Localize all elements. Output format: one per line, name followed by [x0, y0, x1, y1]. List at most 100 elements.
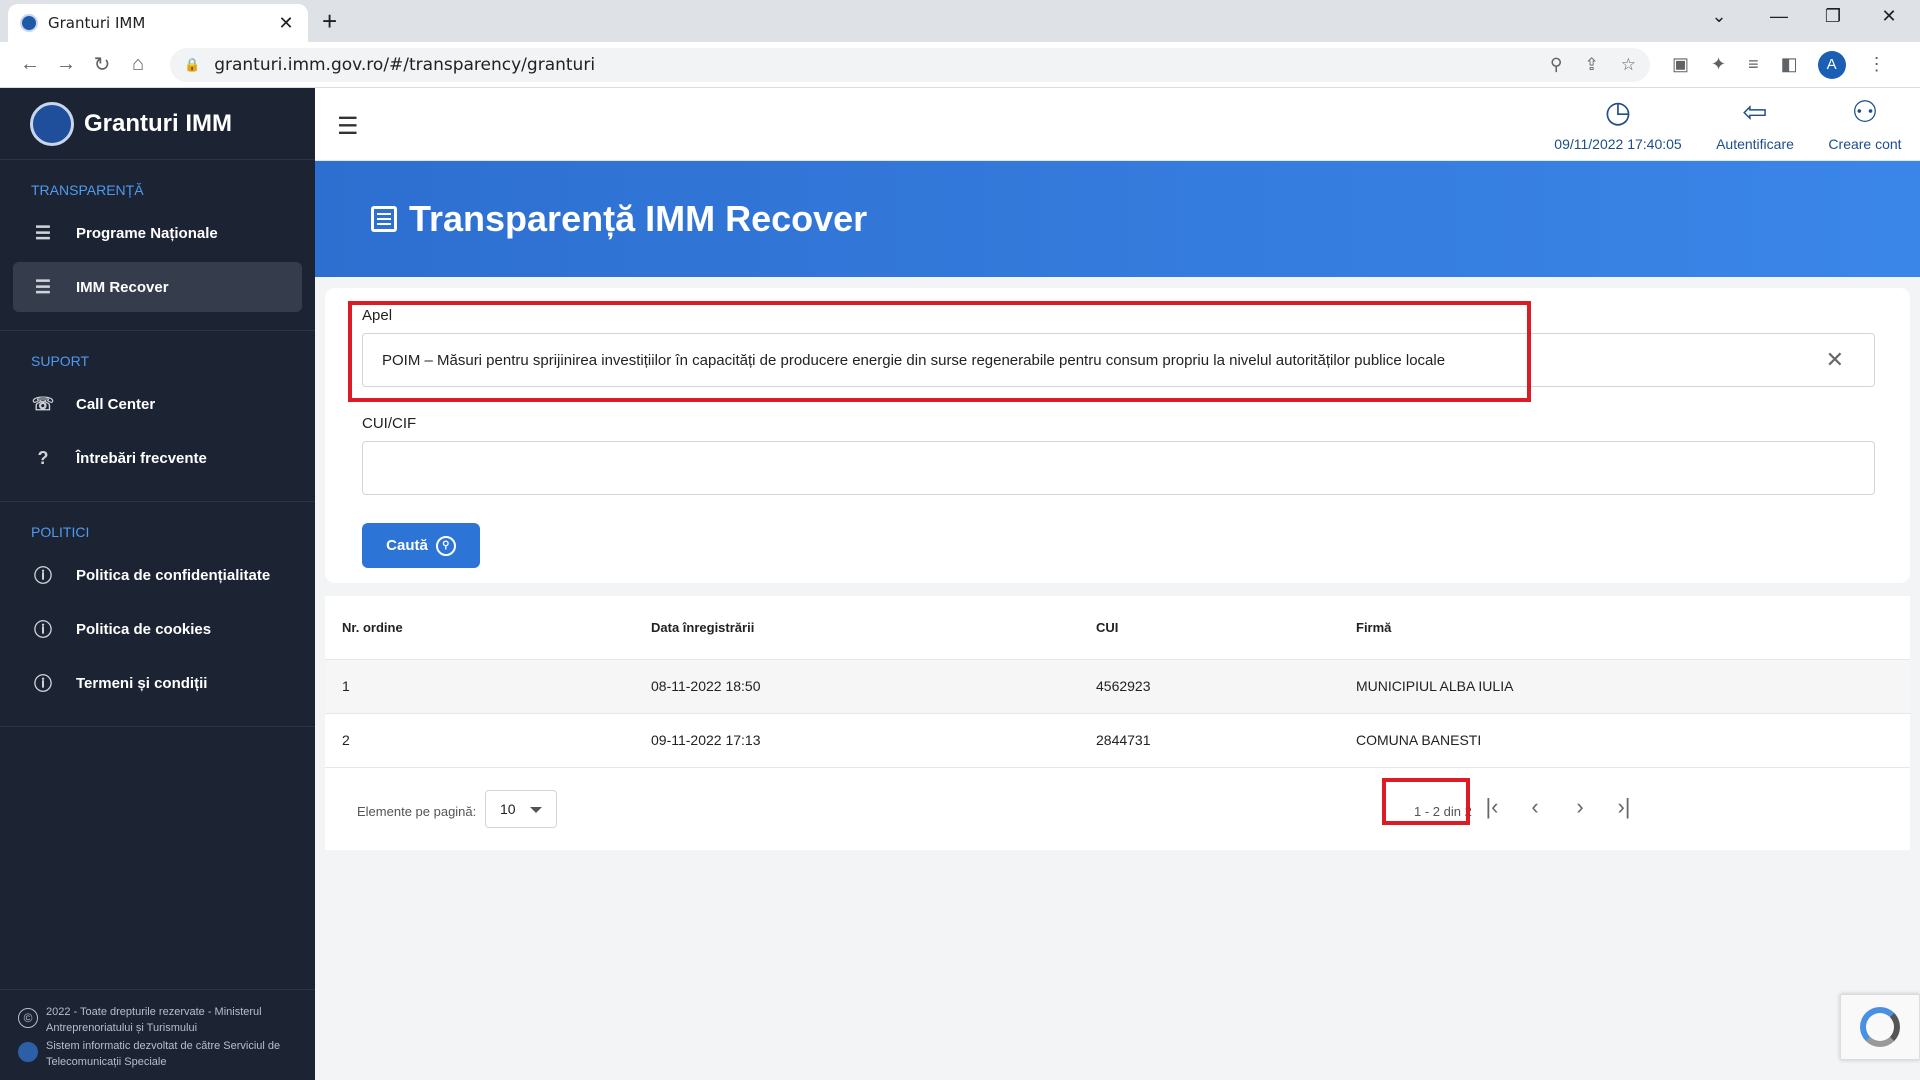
previous-page-icon[interactable]: ‹ — [1520, 794, 1550, 820]
brand[interactable]: Granturi IMM — [0, 88, 315, 160]
divider — [0, 726, 315, 727]
extension-icon[interactable]: ▣ — [1672, 54, 1689, 75]
info-icon: ⓘ — [34, 566, 52, 586]
contact-card-icon: ☏ — [31, 393, 55, 414]
reload-icon[interactable]: ↻ — [84, 52, 120, 77]
url-text[interactable]: granturi.imm.gov.ro/#/transparency/grant… — [214, 55, 1528, 75]
list-icon: ☰ — [34, 276, 52, 297]
cui-label: CUI/CIF — [362, 415, 417, 432]
sidebar-item-label: Întrebări frecvente — [76, 449, 207, 467]
sts-logo-icon — [18, 1042, 38, 1062]
info-icon: ⓘ — [34, 674, 52, 694]
sidebar-item-label: Programe Naționale — [76, 224, 218, 242]
window-close-icon[interactable]: ✕ — [1874, 6, 1904, 27]
tab-search-icon[interactable]: ⌄ — [1704, 6, 1734, 27]
section-title-suport: SUPORT — [31, 353, 90, 369]
back-icon[interactable]: ← — [12, 53, 48, 76]
datetime-text: 09/11/2022 17:40:05 — [1554, 136, 1682, 152]
recaptcha-badge[interactable] — [1840, 994, 1920, 1060]
tab-title: Granturi IMM — [48, 14, 146, 32]
home-icon[interactable]: ⌂ — [120, 53, 156, 76]
side-panel-icon[interactable]: ◧ — [1781, 54, 1798, 75]
login-icon: ⇦ — [1742, 96, 1768, 129]
lock-icon[interactable]: 🔒 — [184, 57, 200, 73]
search-button-label: Caută — [386, 537, 428, 554]
puzzle-icon[interactable]: ✦ — [1711, 54, 1726, 75]
first-page-icon[interactable]: |‹ — [1477, 794, 1507, 820]
per-page-label: Elemente pe pagină: — [357, 803, 477, 819]
profile-avatar[interactable]: A — [1817, 50, 1846, 79]
login-label: Autentificare — [1716, 136, 1794, 152]
media-icon[interactable]: ≡ — [1748, 54, 1759, 75]
sidebar-item-programe-nationale[interactable]: ☰ Programe Naționale — [13, 208, 302, 258]
address-bar[interactable]: 🔒 granturi.imm.gov.ro/#/transparency/gra… — [170, 47, 1650, 82]
government-seal-icon — [30, 101, 74, 146]
browser-toolbar: ← → ↻ ⌂ 🔒 granturi.imm.gov.ro/#/transpar… — [0, 42, 1920, 88]
cell-firma: MUNICIPIUL ALBA IULIA — [1356, 659, 1910, 714]
restore-icon[interactable]: ❐ — [1818, 6, 1848, 27]
datetime-display: ◷ 09/11/2022 17:40:05 — [1543, 96, 1693, 152]
page-title: Transparență IMM Recover — [409, 198, 868, 239]
cui-input[interactable] — [362, 441, 1875, 495]
zoom-icon[interactable]: ⚲ — [1550, 55, 1562, 75]
cell-data: 09-11-2022 17:13 — [651, 713, 1096, 768]
per-page-value: 10 — [500, 800, 516, 817]
sidebar-item-imm-recover[interactable]: ☰ IMM Recover — [13, 262, 302, 312]
results-table-card: Nr. ordine Data înregistrării CUI Firmă … — [325, 596, 1910, 850]
signup-button[interactable]: ⚇ Creare cont — [1815, 96, 1915, 152]
footer-developer-row: Sistem informatic dezvoltat de către Ser… — [18, 1038, 305, 1070]
last-page-icon[interactable]: ›| — [1609, 794, 1639, 820]
login-button[interactable]: ⇦ Autentificare — [1700, 96, 1810, 152]
forward-icon[interactable]: → — [48, 53, 84, 76]
hamburger-menu-icon[interactable]: ☰ — [337, 112, 359, 141]
table-row[interactable]: 2 09-11-2022 17:13 2844731 COMUNA BANEST… — [325, 713, 1910, 768]
signup-label: Creare cont — [1828, 136, 1902, 152]
list-icon — [371, 206, 397, 232]
col-header-cui[interactable]: CUI — [1096, 596, 1356, 660]
sidebar-item-label: Call Center — [76, 395, 156, 413]
page-banner: Transparență IMM Recover — [315, 161, 1920, 277]
favicon-icon — [20, 14, 38, 32]
share-icon[interactable]: ⇪ — [1585, 55, 1599, 75]
list-icon: ☰ — [34, 222, 52, 243]
tab-close-icon[interactable]: ✕ — [276, 13, 296, 34]
sidebar-item-politica-confidentialitate[interactable]: ⓘ Politica de confidențialitate — [13, 550, 302, 600]
recaptcha-icon — [1860, 1007, 1900, 1047]
results-table: Nr. ordine Data înregistrării CUI Firmă … — [325, 596, 1910, 768]
minimize-icon[interactable]: — — [1764, 6, 1794, 27]
highlight-box-apel — [348, 301, 1531, 402]
col-header-data[interactable]: Data înregistrării — [651, 596, 1096, 660]
search-button[interactable]: Caută ⚲ — [362, 523, 480, 568]
bookmark-star-icon[interactable]: ☆ — [1621, 55, 1636, 75]
pagination: Elemente pe pagină: 10 1 - 2 din 2 |‹ ‹ … — [325, 768, 1910, 851]
clock-icon: ◷ — [1604, 96, 1632, 129]
sidebar-item-politica-cookies[interactable]: ⓘ Politica de cookies — [13, 604, 302, 654]
sidebar-item-termeni-conditii[interactable]: ⓘ Termeni și condiții — [13, 658, 302, 708]
table-row[interactable]: 1 08-11-2022 18:50 4562923 MUNICIPIUL AL… — [325, 659, 1910, 714]
add-user-icon: ⚇ — [1851, 96, 1879, 129]
new-tab-button[interactable]: + — [322, 6, 337, 37]
search-icon: ⚲ — [435, 535, 456, 556]
next-page-icon[interactable]: › — [1565, 794, 1595, 820]
chevron-down-icon — [530, 806, 542, 813]
browser-tabbar: Granturi IMM ✕ + ⌄ — ❐ ✕ — [0, 0, 1920, 42]
per-page-select[interactable]: 10 — [485, 789, 557, 828]
menu-dots-icon[interactable]: ⋮ — [1868, 54, 1886, 75]
cell-data: 08-11-2022 18:50 — [651, 659, 1096, 714]
highlight-box-range — [1382, 777, 1470, 825]
copyright-icon: © — [18, 1008, 38, 1028]
sidebar-item-call-center[interactable]: ☏ Call Center — [13, 379, 302, 429]
footer-copyright: 2022 - Toate drepturile rezervate - Mini… — [46, 1006, 262, 1034]
cell-cui: 4562923 — [1096, 659, 1356, 714]
section-title-transparenta: TRANSPARENȚĂ — [31, 182, 144, 198]
col-header-nr-ordine[interactable]: Nr. ordine — [325, 596, 651, 660]
clear-icon[interactable]: ✕ — [1826, 347, 1844, 373]
question-icon: ? — [37, 447, 49, 468]
app: Granturi IMM TRANSPARENȚĂ ☰ Programe Naț… — [0, 88, 1920, 1080]
main-content: ☰ ◷ 09/11/2022 17:40:05 ⇦ Autentificare … — [315, 88, 1920, 1080]
cell-firma: COMUNA BANESTI — [1356, 713, 1910, 768]
browser-tab[interactable]: Granturi IMM ✕ — [8, 4, 308, 42]
table-header-row: Nr. ordine Data înregistrării CUI Firmă — [325, 596, 1910, 660]
sidebar-item-intrebari-frecvente[interactable]: ? Întrebări frecvente — [13, 433, 302, 483]
col-header-firma[interactable]: Firmă — [1356, 596, 1910, 660]
